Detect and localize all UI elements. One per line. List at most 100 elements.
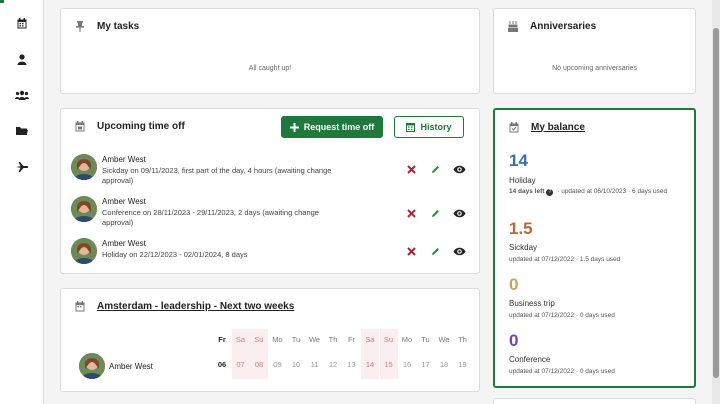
calendar-day-cell[interactable]: 13 (343, 357, 361, 373)
edit-icon[interactable] (428, 206, 442, 220)
help-icon[interactable]: ? (546, 189, 554, 196)
history-label: History (420, 122, 452, 132)
nav-active-indicator (0, 0, 4, 3)
scrollbar-thumb[interactable] (713, 28, 719, 378)
business-trip-balance-label: Business trip (509, 299, 555, 308)
my-tasks-title: My tasks (97, 20, 140, 32)
calendar-day-cell[interactable]: 06 (213, 357, 231, 373)
history-button[interactable]: History (394, 116, 464, 138)
holiday-balance-value: 14 (509, 151, 528, 170)
my-balance-header: My balance (495, 110, 694, 144)
conference-balance-detail: updated at 07/12/2022 · 0 days used (509, 368, 615, 375)
calendar-day-header: Mo (272, 335, 283, 344)
calendar-day-header: Fr (347, 335, 356, 344)
business-trip-balance-value: 0 (509, 275, 519, 294)
holiday-balance-label: Holiday (509, 176, 536, 185)
conference-balance-label: Conference (509, 355, 551, 364)
time-off-item: Amber West Conference on 28/11/2023 - 29… (71, 196, 471, 236)
delete-icon[interactable] (404, 244, 418, 258)
conference-balance-value: 0 (509, 331, 519, 350)
calendar-day-header: We (438, 335, 450, 344)
view-icon[interactable] (452, 162, 466, 176)
cake-icon (508, 20, 518, 32)
calendar-day-cell[interactable]: 16 (398, 357, 416, 373)
calendar-day-header: Tu (291, 335, 301, 344)
calendar-day-header: Sa (365, 335, 375, 344)
calendar-icon[interactable] (12, 15, 32, 31)
calendar-day-cell[interactable]: 10 (287, 357, 305, 373)
my-tasks-header: My tasks (61, 9, 479, 43)
anniversaries-header: Anniversaries (494, 9, 695, 43)
calendar-day-cell[interactable]: 17 (417, 357, 435, 373)
scrollbar[interactable] (712, 0, 720, 404)
my-tasks-card: My tasks All caught up! (60, 8, 480, 94)
time-off-description: Sickday on 09/11/2023, first part of the… (102, 166, 332, 185)
avatar (71, 238, 97, 264)
upcoming-time-off-card: Upcoming time off Request time off Histo… (60, 108, 480, 274)
delete-icon[interactable] (404, 206, 418, 220)
sickday-balance-value: 1.5 (509, 219, 533, 238)
view-icon[interactable] (452, 244, 466, 258)
my-balance-card: My balance 14 Holiday 14 days left? · up… (493, 108, 696, 388)
left-nav (0, 0, 44, 404)
team-calendar-header: Amsterdam - leadership - Next two weeks (61, 289, 479, 323)
anniversaries-title: Anniversaries (530, 20, 597, 32)
calendar-day-cell[interactable]: 08 (250, 357, 268, 373)
calendar-icon (406, 123, 416, 132)
my-tasks-empty-text: All caught up! (248, 65, 292, 72)
my-balance-title[interactable]: My balance (531, 122, 585, 133)
edit-icon[interactable] (428, 162, 442, 176)
calendar-day-header: Su (383, 335, 394, 344)
next-card-partial (493, 398, 696, 404)
sickday-balance-label: Sickday (509, 243, 538, 252)
anniversaries-card: Anniversaries No upcoming anniversaries (493, 8, 696, 94)
holiday-days-left: 14 days left (509, 188, 545, 195)
calendar-day-header: Sa (235, 335, 246, 344)
calendar-check-icon (509, 121, 519, 133)
time-off-item: Amber West Sickday on 09/11/2023, first … (71, 154, 471, 194)
calendar-day-cell[interactable]: 15 (380, 357, 398, 373)
delete-icon[interactable] (404, 162, 418, 176)
calendar-icon (75, 300, 85, 312)
calendar-day-cell[interactable]: 12 (324, 357, 342, 373)
avatar (71, 154, 97, 180)
calendar-day-header: Th (328, 335, 338, 344)
calendar-day-header: Th (458, 335, 467, 344)
calendar-day-cell[interactable]: 11 (306, 357, 324, 373)
calendar-day-header: Mo (401, 335, 413, 344)
time-off-item: Amber West Holiday on 22/12/2023 - 02/01… (71, 238, 471, 278)
team-icon[interactable] (12, 87, 32, 103)
holiday-balance-detail: 14 days left? · updated at 06/10/2023 · … (509, 187, 679, 197)
sickday-balance-detail: updated at 07/12/2022 · 1.5 days used (509, 256, 621, 263)
calendar-day-header: Fr (218, 335, 226, 344)
upcoming-time-off-title: Upcoming time off (97, 120, 185, 132)
calendar-day-header: We (308, 335, 321, 344)
time-off-description: Conference on 28/11/2023 - 29/11/2023, 2… (102, 208, 319, 227)
calendar-day-cell[interactable]: 09 (269, 357, 287, 373)
view-icon[interactable] (452, 206, 466, 220)
calendar-day-header: Su (254, 335, 264, 344)
calendar-employee-name: Amber West (109, 362, 153, 371)
team-calendar-card: Amsterdam - leadership - Next two weeks … (60, 288, 480, 392)
calendar-day-cell[interactable]: 19 (454, 357, 472, 373)
pin-icon (75, 20, 85, 32)
calendar-day-cell[interactable]: 14 (361, 357, 379, 373)
calendar-day-header: Tu (421, 335, 430, 344)
holiday-detail-text: · updated at 06/10/2023 · 6 days used (555, 188, 668, 195)
avatar (79, 353, 105, 379)
employee-name: Amber West (102, 197, 146, 206)
time-off-description: Holiday on 22/12/2023 - 02/01/2024, 8 da… (102, 250, 248, 259)
plus-icon (289, 122, 299, 132)
request-time-off-label: Request time off (303, 122, 375, 132)
employee-name: Amber West (102, 155, 146, 164)
request-time-off-button[interactable]: Request time off (281, 116, 383, 138)
edit-icon[interactable] (428, 244, 442, 258)
airplane-icon[interactable] (12, 159, 32, 175)
team-calendar-title[interactable]: Amsterdam - leadership - Next two weeks (97, 301, 294, 312)
person-icon[interactable] (12, 51, 32, 67)
calendar-day-cell[interactable]: 18 (435, 357, 453, 373)
business-trip-balance-detail: updated at 07/12/2022 · 0 days used (509, 312, 615, 319)
avatar (71, 196, 97, 222)
folder-icon[interactable] (12, 123, 32, 139)
calendar-day-cell[interactable]: 07 (232, 357, 250, 373)
